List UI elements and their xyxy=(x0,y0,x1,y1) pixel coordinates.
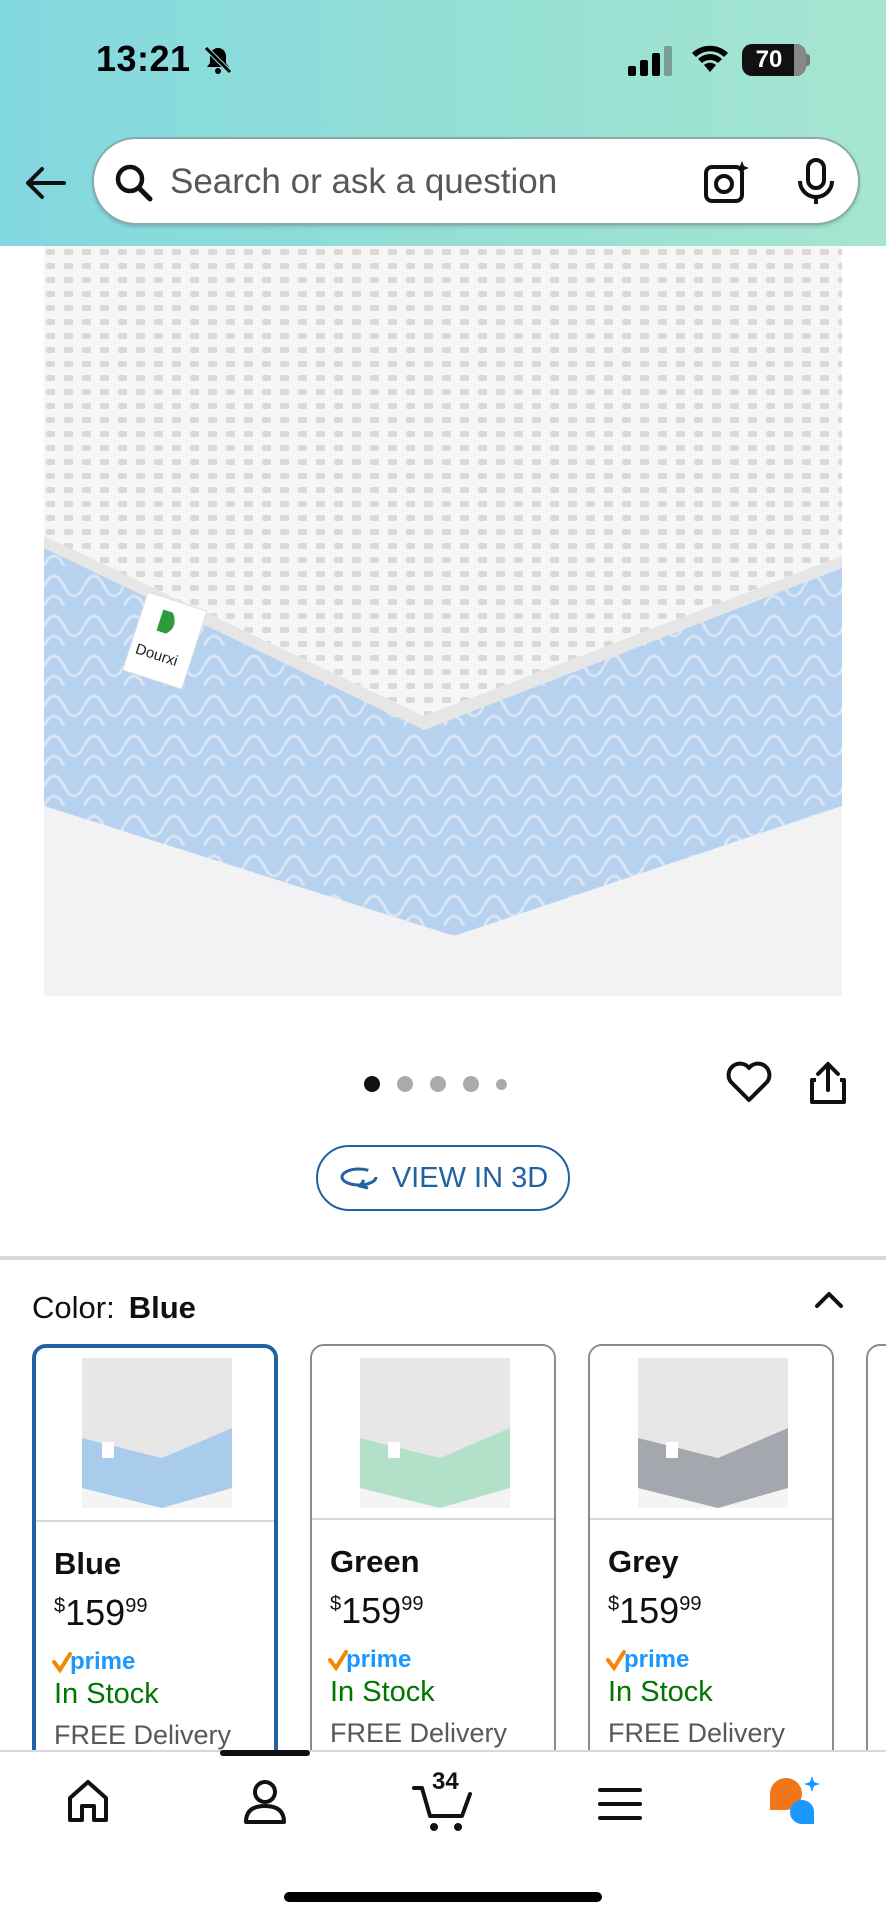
delivery-info: FREE Delivery xyxy=(608,1718,786,1748)
option-price: $15999 xyxy=(54,1592,148,1633)
section-divider xyxy=(0,1256,886,1260)
bell-muted-icon xyxy=(204,46,232,74)
option-name: Grey xyxy=(608,1544,679,1579)
microphone-icon[interactable] xyxy=(794,157,838,207)
swatch-thumbnail-area xyxy=(590,1346,832,1520)
menu-icon[interactable] xyxy=(598,1786,642,1822)
carousel-dot[interactable] xyxy=(430,1076,446,1092)
stock-status: In Stock xyxy=(608,1676,713,1708)
stock-status: In Stock xyxy=(54,1678,159,1710)
battery-nub xyxy=(806,54,810,66)
status-time: 13:21 xyxy=(96,38,191,79)
color-label: Color: Blue xyxy=(32,1290,196,1326)
view-in-3d-button[interactable]: VIEW IN 3D xyxy=(316,1145,570,1211)
battery-indicator: 70 xyxy=(742,44,806,76)
option-price: $15999 xyxy=(330,1590,424,1631)
home-icon[interactable] xyxy=(64,1778,112,1824)
camera-lens-icon[interactable] xyxy=(702,159,750,207)
share-icon[interactable] xyxy=(808,1060,848,1106)
color-option-more[interactable] xyxy=(866,1344,886,1764)
heart-icon[interactable] xyxy=(726,1060,772,1104)
product-image[interactable]: Dourxi xyxy=(44,246,842,996)
color-option-blue[interactable]: Blue $15999 prime In Stock FREE Delivery xyxy=(32,1344,278,1764)
carousel-dot[interactable] xyxy=(397,1076,413,1092)
delivery-info: FREE Delivery xyxy=(54,1720,232,1750)
home-indicator xyxy=(284,1892,602,1902)
cart-count-badge: 34 xyxy=(432,1768,459,1795)
nav-active-indicator xyxy=(220,1750,310,1756)
swatch-thumbnail-area xyxy=(36,1348,274,1522)
selected-color: Blue xyxy=(128,1290,196,1325)
color-option-grey[interactable]: Grey $15999 prime In Stock FREE Delivery xyxy=(588,1344,834,1764)
signal-icon xyxy=(628,46,672,76)
option-name: Green xyxy=(330,1544,420,1579)
mattress-thumbnail xyxy=(82,1358,232,1508)
mattress-thumbnail xyxy=(360,1358,510,1508)
view-in-3d-label: VIEW IN 3D xyxy=(391,1161,549,1194)
prime-badge: prime xyxy=(328,1644,438,1679)
option-name: Blue xyxy=(54,1546,122,1581)
color-option-green[interactable]: Green $15999 prime In Stock FREE Deliver… xyxy=(310,1344,556,1764)
wifi-icon xyxy=(692,45,728,72)
swatch-thumbnail-area xyxy=(312,1346,554,1520)
chevron-up-icon[interactable] xyxy=(812,1282,846,1316)
carousel-dot[interactable] xyxy=(364,1076,380,1092)
mattress-illustration: Dourxi xyxy=(44,246,842,996)
svg-text:prime: prime xyxy=(70,1648,135,1675)
carousel-dot[interactable] xyxy=(463,1076,479,1092)
top-header: 13:21 70 xyxy=(0,0,886,246)
search-icon xyxy=(115,164,153,202)
mattress-thumbnail xyxy=(638,1358,788,1508)
rufus-assistant-icon[interactable] xyxy=(766,1774,822,1826)
prime-badge: prime xyxy=(52,1646,162,1681)
back-arrow-icon[interactable] xyxy=(22,160,68,206)
svg-text:prime: prime xyxy=(624,1646,689,1673)
rotate-3d-icon xyxy=(340,1167,378,1190)
carousel-dot[interactable] xyxy=(496,1078,507,1090)
stock-status: In Stock xyxy=(330,1676,435,1708)
color-label-text: Color: xyxy=(32,1290,115,1325)
prime-badge: prime xyxy=(606,1644,716,1679)
option-price: $15999 xyxy=(608,1590,702,1631)
search-bar[interactable] xyxy=(92,137,860,225)
delivery-info: FREE Delivery xyxy=(330,1718,508,1748)
search-input[interactable] xyxy=(170,153,670,211)
svg-text:prime: prime xyxy=(346,1646,411,1673)
account-icon[interactable] xyxy=(242,1778,288,1824)
image-carousel-dots[interactable] xyxy=(364,1076,507,1092)
